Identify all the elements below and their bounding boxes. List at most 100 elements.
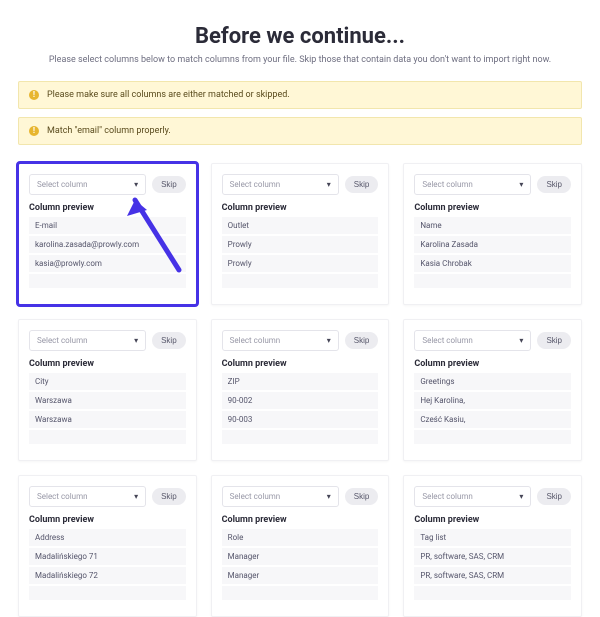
column-preview-label: Column preview — [29, 203, 186, 213]
chevron-down-icon: ▾ — [519, 180, 523, 189]
select-column-dropdown[interactable]: Select column ▾ — [29, 174, 146, 195]
skip-button[interactable]: Skip — [152, 332, 186, 349]
select-column-dropdown[interactable]: Select column ▾ — [222, 330, 339, 351]
select-placeholder: Select column — [422, 336, 473, 345]
preview-row: 90-003 — [222, 411, 379, 428]
skip-button[interactable]: Skip — [345, 332, 379, 349]
preview-row: kasia@prowly.com — [29, 255, 186, 272]
chevron-down-icon: ▾ — [327, 180, 331, 189]
preview-row — [414, 586, 571, 600]
preview-row: Cześć Kasiu, — [414, 411, 571, 428]
preview-rows: E-mail karolina.zasada@prowly.com kasia@pr… — [29, 217, 186, 288]
select-placeholder: Select column — [422, 180, 473, 189]
column-card: Select column ▾ Skip Column preview Name Karo… — [403, 163, 582, 305]
column-preview-label: Column preview — [414, 515, 571, 525]
alert-banner: ! Match "email" column properly. — [18, 117, 582, 145]
select-placeholder: Select column — [230, 336, 281, 345]
preview-rows: Name Karolina Zasada Kasia Chrobak — [414, 217, 571, 288]
warning-icon: ! — [29, 126, 39, 136]
preview-rows: Address Madalińskiego 71 Madalińskiego 72 — [29, 529, 186, 600]
column-preview-label: Column preview — [414, 359, 571, 369]
column-preview-label: Column preview — [29, 359, 186, 369]
preview-row: Outlet — [222, 217, 379, 234]
column-card: Select column ▾ Skip Column preview E-mail ka… — [18, 163, 197, 305]
warning-icon: ! — [29, 90, 39, 100]
column-preview-label: Column preview — [414, 203, 571, 213]
skip-button[interactable]: Skip — [537, 488, 571, 505]
column-card: Select column▾ Skip Column preview Address M… — [18, 475, 197, 617]
preview-row: Hej Karolina, — [414, 392, 571, 409]
preview-row — [222, 586, 379, 600]
skip-button[interactable]: Skip — [537, 332, 571, 349]
column-card: Select column ▾ Skip Column preview Outlet Pr… — [211, 163, 390, 305]
preview-rows: RoleManagerManager — [222, 529, 379, 600]
preview-row — [414, 430, 571, 444]
preview-row — [29, 586, 186, 600]
select-column-dropdown[interactable]: Select column ▾ — [222, 174, 339, 195]
preview-row: PR, software, SAS, CRM — [414, 567, 571, 584]
preview-row — [414, 274, 571, 288]
select-placeholder: Select column — [37, 180, 88, 189]
chevron-down-icon: ▾ — [327, 492, 331, 501]
chevron-down-icon: ▾ — [519, 336, 523, 345]
preview-row: karolina.zasada@prowly.com — [29, 236, 186, 253]
preview-row: 90-002 — [222, 392, 379, 409]
column-preview-label: Column preview — [222, 359, 379, 369]
select-column-dropdown[interactable]: Select column▾ — [29, 486, 146, 507]
preview-row: E-mail — [29, 217, 186, 234]
preview-row: Prowly — [222, 236, 379, 253]
select-placeholder: Select column — [422, 492, 473, 501]
column-preview-label: Column preview — [29, 515, 186, 525]
preview-row: Madalińskiego 72 — [29, 567, 186, 584]
preview-rows: CityWarszawaWarszawa — [29, 373, 186, 444]
column-preview-label: Column preview — [222, 203, 379, 213]
skip-button[interactable]: Skip — [345, 176, 379, 193]
alert-container: ! Please make sure all columns are either… — [18, 81, 582, 145]
skip-button[interactable]: Skip — [537, 176, 571, 193]
preview-row — [29, 430, 186, 444]
skip-button[interactable]: Skip — [345, 488, 379, 505]
preview-row: Manager — [222, 548, 379, 565]
alert-banner: ! Please make sure all columns are either… — [18, 81, 582, 109]
chevron-down-icon: ▾ — [134, 492, 138, 501]
select-column-dropdown[interactable]: Select column ▾ — [414, 174, 531, 195]
preview-row: PR, software, SAS, CRM — [414, 548, 571, 565]
page-subtitle: Please select columns below to match col… — [18, 55, 582, 65]
column-card: Select column▾SkipColumn previewZIP90-00… — [211, 319, 390, 461]
chevron-down-icon: ▾ — [327, 336, 331, 345]
preview-row — [222, 430, 379, 444]
select-placeholder: Select column — [37, 336, 88, 345]
preview-rows: Greetings Hej Karolina, Cześć Kasiu, — [414, 373, 571, 444]
alert-text: Match "email" column properly. — [47, 126, 171, 136]
preview-rows: Outlet Prowly Prowly — [222, 217, 379, 288]
select-column-dropdown[interactable]: Select column ▾ — [414, 330, 531, 351]
preview-row: Madalińskiego 71 — [29, 548, 186, 565]
skip-button[interactable]: Skip — [152, 488, 186, 505]
preview-row: Name — [414, 217, 571, 234]
chevron-down-icon: ▾ — [134, 180, 138, 189]
preview-row: Greetings — [414, 373, 571, 390]
preview-row: Manager — [222, 567, 379, 584]
preview-row: Tag list — [414, 529, 571, 546]
preview-row: Address — [29, 529, 186, 546]
column-card: Select column▾ Skip Column preview City Wars… — [18, 319, 197, 461]
select-column-dropdown[interactable]: Select column ▾ — [222, 486, 339, 507]
preview-rows: ZIP90-00290-003 — [222, 373, 379, 444]
column-mapping-grid: Select column ▾ Skip Column preview E-mail ka… — [18, 163, 582, 617]
preview-row: Karolina Zasada — [414, 236, 571, 253]
preview-row: Warszawa — [29, 392, 186, 409]
column-card: Select column▾SkipColumn previewRoleMana… — [211, 475, 390, 617]
preview-row: Kasia Chrobak — [414, 255, 571, 272]
skip-button[interactable]: Skip — [152, 176, 186, 193]
preview-row: Prowly — [222, 255, 379, 272]
alert-text: Please make sure all columns are either … — [47, 90, 290, 100]
select-column-dropdown[interactable]: Select column ▾ — [414, 486, 531, 507]
page-title: Before we continue... — [18, 24, 582, 49]
preview-row — [29, 274, 186, 288]
preview-row: City — [29, 373, 186, 390]
select-column-dropdown[interactable]: Select column▾ — [29, 330, 146, 351]
select-placeholder: Select column — [230, 180, 281, 189]
select-placeholder: Select column — [230, 492, 281, 501]
column-card: Select column ▾ Skip Column preview Tag list… — [403, 475, 582, 617]
chevron-down-icon: ▾ — [519, 492, 523, 501]
